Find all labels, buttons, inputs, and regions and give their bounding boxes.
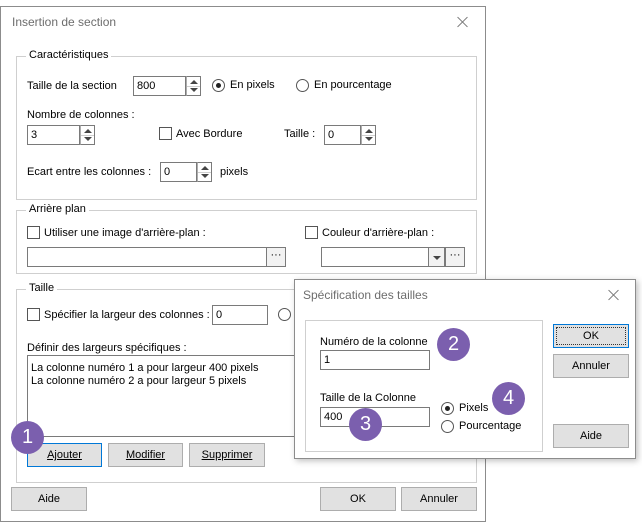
supprimer-button[interactable]: Supprimer bbox=[189, 443, 265, 467]
taille-colonne-label: Taille de la Colonne bbox=[320, 392, 417, 404]
spec-ok-button[interactable]: OK bbox=[553, 324, 629, 348]
group-taille-legend: Taille bbox=[26, 282, 58, 294]
definir-largeurs-label: Définir des largeurs spécifiques : bbox=[27, 342, 187, 354]
radio-en-pourcentage[interactable] bbox=[296, 79, 309, 92]
radio-pixels[interactable] bbox=[441, 402, 454, 415]
ecart-unit: pixels bbox=[220, 166, 249, 178]
ecart-spinner[interactable] bbox=[197, 162, 212, 182]
image-arriere-plan-input[interactable] bbox=[27, 247, 267, 267]
couleur-select[interactable] bbox=[321, 247, 429, 267]
list-item[interactable]: La colonne numéro 2 a pour largeur 5 pix… bbox=[28, 375, 298, 388]
group-caracteristiques-legend: Caractéristiques bbox=[26, 49, 112, 61]
numero-colonne-label: Numéro de la colonne bbox=[320, 336, 428, 348]
taille-section-spinner[interactable] bbox=[186, 76, 201, 96]
taille-bordure-input[interactable]: 0 bbox=[324, 125, 361, 145]
couleur-dropdown-button[interactable] bbox=[428, 247, 445, 267]
nb-colonnes-label: Nombre de colonnes : bbox=[27, 109, 135, 121]
radio-en-pixels-label: En pixels bbox=[230, 79, 275, 91]
avec-bordure-checkbox[interactable] bbox=[159, 127, 172, 140]
specifier-largeur-checkbox[interactable] bbox=[27, 308, 40, 321]
aide-button[interactable]: Aide bbox=[11, 487, 87, 511]
numero-colonne-input[interactable]: 1 bbox=[320, 350, 430, 370]
annuler-button[interactable]: Annuler bbox=[401, 487, 477, 511]
group-arriere-plan-legend: Arrière plan bbox=[26, 203, 89, 215]
taille-bordure-spinner[interactable] bbox=[361, 125, 376, 145]
step-badge-2: 2 bbox=[437, 328, 470, 361]
radio-pourcentage-label: Pourcentage bbox=[459, 420, 522, 432]
spec-annuler-button[interactable]: Annuler bbox=[553, 354, 629, 378]
spec-dialog-title: Spécification des tailles bbox=[303, 288, 428, 302]
radio-en-pourcentage-label: En pourcentage bbox=[314, 79, 392, 91]
step-badge-3: 3 bbox=[349, 408, 382, 441]
modifier-button[interactable]: Modifier bbox=[108, 443, 183, 467]
couleur-browse-button[interactable]: ··· bbox=[445, 247, 465, 267]
close-icon[interactable] bbox=[456, 15, 470, 29]
dialog-title: Insertion de section bbox=[12, 15, 117, 29]
couleur-arriere-plan-label: Couleur d'arrière-plan : bbox=[322, 227, 435, 239]
radio-pourcentage[interactable] bbox=[441, 420, 454, 433]
step-badge-4: 4 bbox=[492, 382, 525, 415]
specifier-largeur-input[interactable]: 0 bbox=[212, 305, 268, 325]
image-arriere-plan-checkbox[interactable] bbox=[27, 226, 40, 239]
close-icon[interactable] bbox=[607, 288, 621, 302]
taille-bordure-label: Taille : bbox=[284, 128, 316, 140]
radio-en-pixels[interactable] bbox=[212, 79, 225, 92]
couleur-arriere-plan-checkbox[interactable] bbox=[305, 226, 318, 239]
nb-colonnes-spinner[interactable] bbox=[80, 125, 95, 145]
taille-section-label: Taille de la section bbox=[27, 80, 117, 92]
chevron-down-icon bbox=[433, 256, 441, 260]
specifier-largeur-label: Spécifier la largeur des colonnes : bbox=[44, 309, 210, 321]
ok-button[interactable]: OK bbox=[320, 487, 396, 511]
avec-bordure-label: Avec Bordure bbox=[176, 128, 243, 140]
largeurs-list[interactable]: La colonne numéro 1 a pour largeur 400 p… bbox=[27, 355, 299, 437]
largeur-radio-partial[interactable] bbox=[278, 308, 291, 321]
taille-section-input[interactable]: 800 bbox=[133, 76, 186, 96]
nb-colonnes-input[interactable]: 3 bbox=[27, 125, 80, 145]
list-item[interactable]: La colonne numéro 1 a pour largeur 400 p… bbox=[28, 362, 298, 375]
radio-pixels-label: Pixels bbox=[459, 402, 489, 414]
ecart-label: Ecart entre les colonnes : bbox=[27, 166, 152, 178]
ecart-input[interactable]: 0 bbox=[160, 162, 197, 182]
specification-tailles-dialog: Spécification des tailles Numéro de la c… bbox=[294, 279, 636, 459]
image-browse-button[interactable]: ··· bbox=[266, 247, 286, 267]
step-badge-1: 1 bbox=[11, 421, 44, 454]
spec-aide-button[interactable]: Aide bbox=[553, 424, 629, 448]
image-arriere-plan-label: Utiliser une image d'arrière-plan : bbox=[44, 227, 206, 239]
